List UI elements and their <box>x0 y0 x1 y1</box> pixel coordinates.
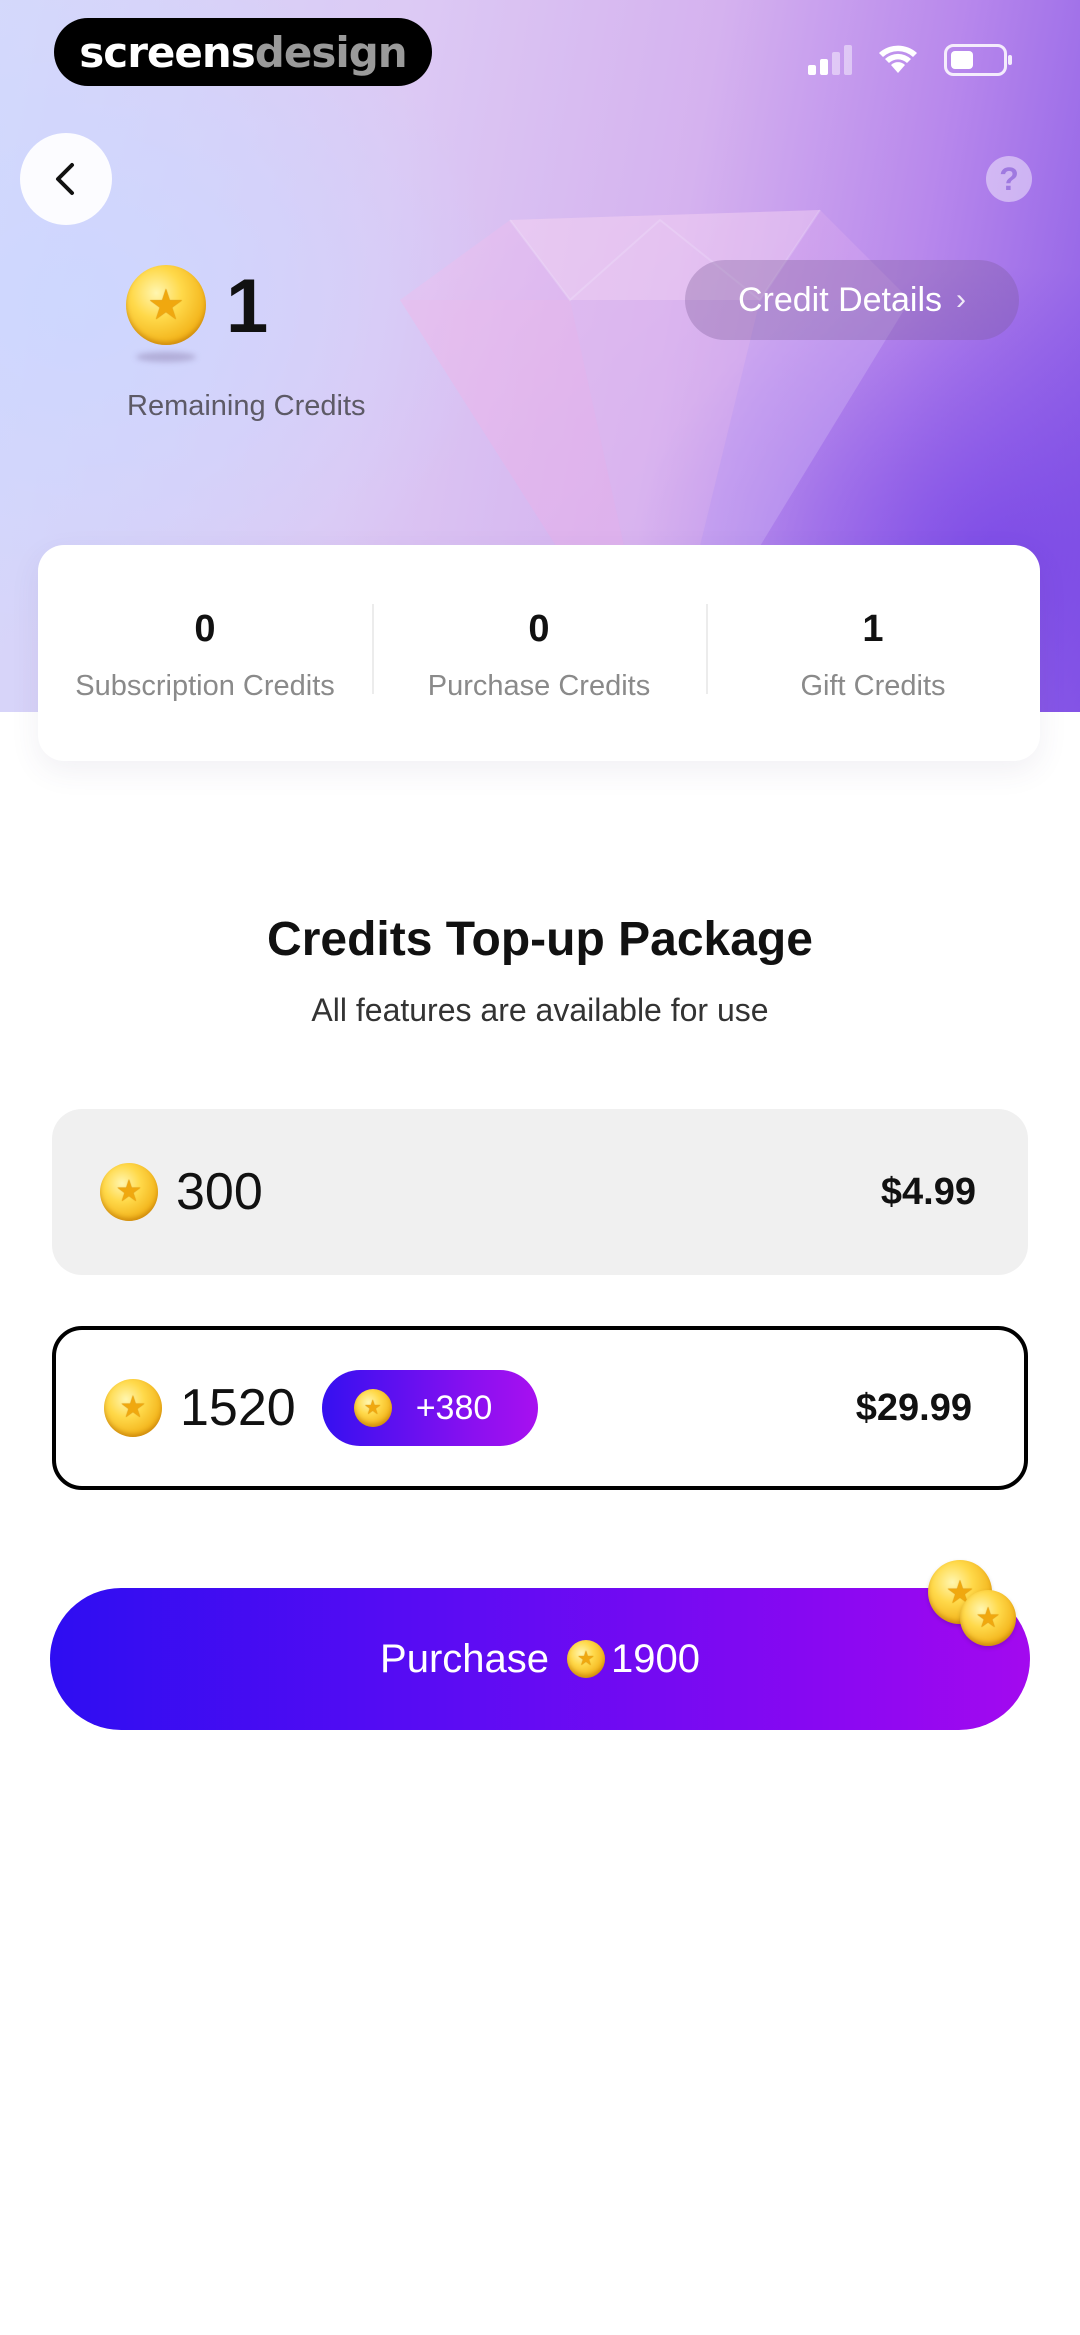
gift-credits-stat: 1 Gift Credits <box>706 603 1040 703</box>
coin-icon: ★ <box>104 1379 162 1437</box>
credits-screen: screens design ? ★ 1 Remaining Credits C… <box>0 0 1080 2335</box>
coin-stack-icon: ★ ★ <box>924 1556 1020 1652</box>
purchase-credits-label: Purchase Credits <box>427 669 651 702</box>
bonus-badge: ★ +380 <box>321 1370 538 1446</box>
purchase-button[interactable]: Purchase ★ 1900 <box>50 1588 1030 1730</box>
coin-icon: ★ <box>126 265 206 345</box>
package-amount: 1520 <box>180 1379 296 1437</box>
cellular-signal-icon <box>808 45 852 75</box>
brand-text-primary: screens <box>79 27 255 77</box>
remaining-credits-label: Remaining Credits <box>127 390 366 422</box>
battery-icon <box>944 44 1012 76</box>
packages-title: Credits Top-up Package <box>267 913 813 966</box>
credit-details-label: Credit Details <box>737 280 943 319</box>
package-price: $29.99 <box>855 1386 972 1429</box>
chevron-left-icon <box>56 163 74 195</box>
remaining-credits-value: 1 <box>226 264 269 349</box>
help-button[interactable]: ? <box>986 156 1032 202</box>
package-price: $4.99 <box>880 1170 976 1213</box>
package-option-300[interactable]: ★ 300 $4.99 <box>52 1109 1028 1275</box>
coin-icon: ★ <box>100 1163 158 1221</box>
packages-subtitle: All features are available for use <box>311 992 769 1028</box>
coin-icon: ★ <box>353 1389 392 1427</box>
coin-icon: ★ <box>567 1640 605 1678</box>
chevron-right-icon: › <box>956 283 967 316</box>
back-button[interactable] <box>20 133 112 225</box>
package-option-1520[interactable]: ★ 1520 ★ +380 $29.99 <box>52 1326 1028 1490</box>
bonus-amount: +380 <box>415 1388 493 1427</box>
credits-breakdown-card: 0 Subscription Credits 0 Purchase Credit… <box>38 545 1040 761</box>
question-icon: ? <box>999 161 1019 197</box>
gift-credits-value: 1 <box>862 607 884 650</box>
subscription-credits-stat: 0 Subscription Credits <box>38 604 372 703</box>
purchase-credits-stat: 0 Purchase Credits <box>372 603 706 703</box>
brand-badge: screens design <box>54 18 432 86</box>
status-bar-icons <box>808 44 1014 76</box>
purchase-total: 1900 <box>611 1636 700 1681</box>
brand-text-secondary: design <box>254 27 408 77</box>
coin-shadow <box>136 352 196 362</box>
package-amount: 300 <box>176 1163 263 1221</box>
wifi-icon <box>879 45 917 73</box>
subscription-credits-value: 0 <box>194 607 216 650</box>
subscription-credits-label: Subscription Credits <box>75 669 335 702</box>
purchase-label: Purchase <box>380 1636 549 1681</box>
gift-credits-label: Gift Credits <box>800 669 946 702</box>
coin-icon: ★ <box>960 1590 1016 1646</box>
credit-details-button[interactable]: Credit Details › <box>685 260 1019 340</box>
purchase-credits-value: 0 <box>528 607 550 650</box>
